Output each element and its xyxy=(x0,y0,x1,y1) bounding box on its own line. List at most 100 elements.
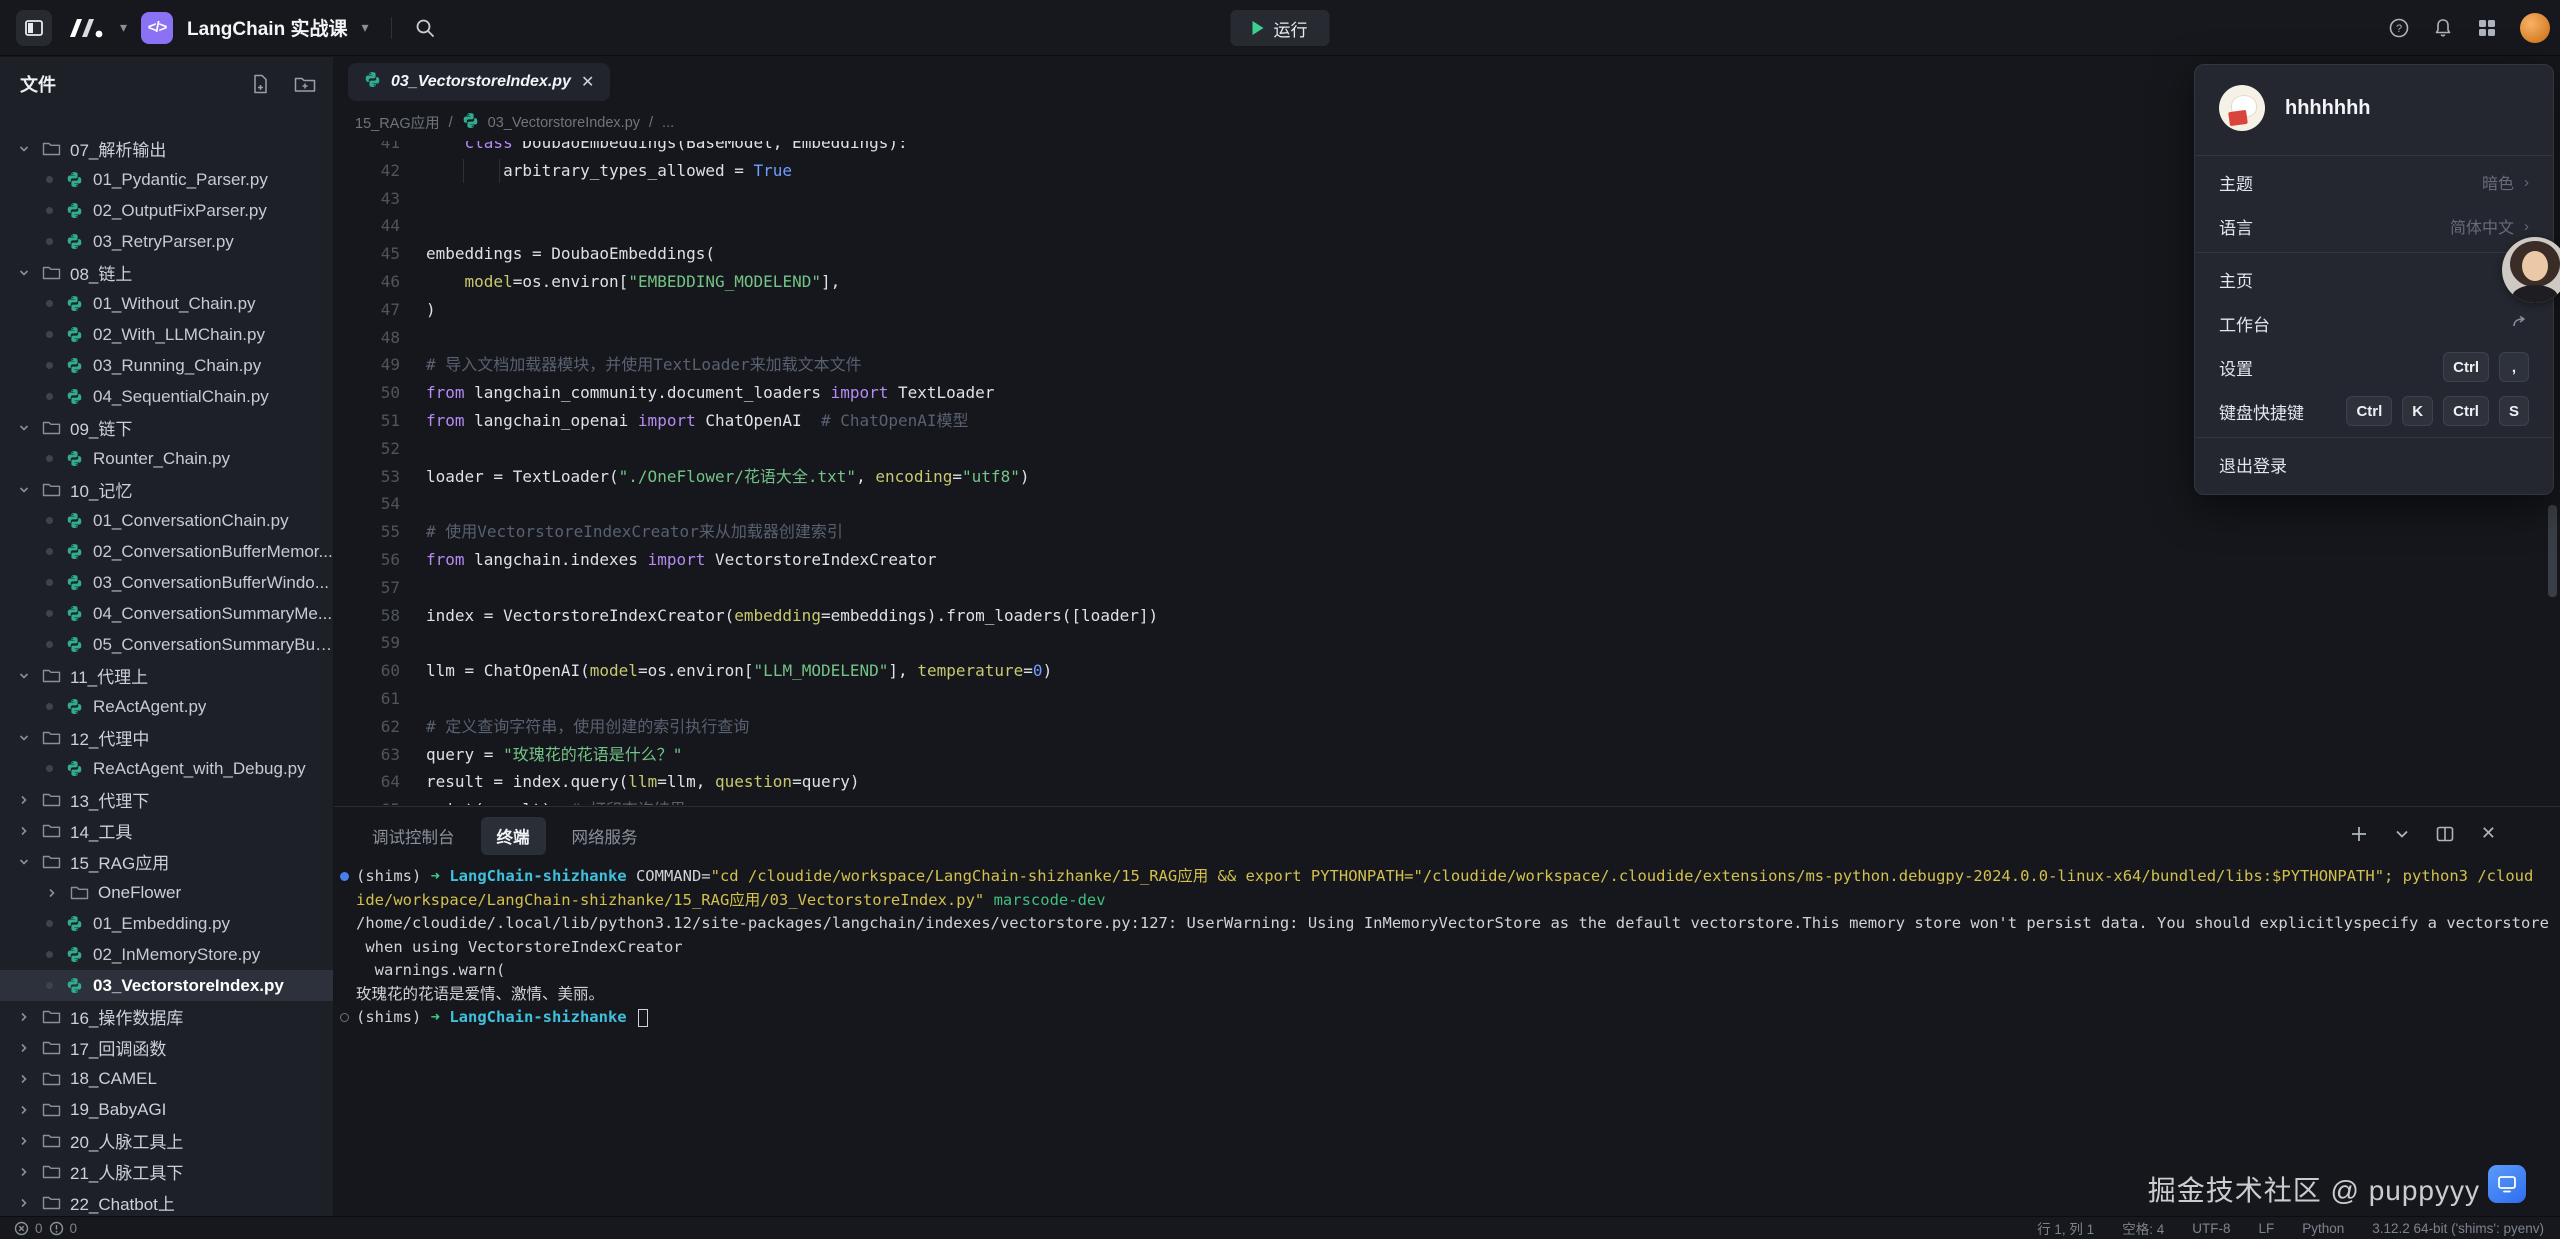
search-icon[interactable] xyxy=(414,17,436,39)
tree-row-folder[interactable]: 07_解析输出 xyxy=(0,133,333,164)
floating-widget-button[interactable] xyxy=(2488,1165,2526,1203)
code-line[interactable]: 57 xyxy=(334,574,2560,602)
code-line[interactable]: 59 xyxy=(334,629,2560,657)
code-line[interactable]: 60llm = ChatOpenAI(model=os.environ["LLM… xyxy=(334,657,2560,685)
folder-icon xyxy=(68,885,90,901)
tree-row-file[interactable]: 05_ConversationSummaryBuff... xyxy=(0,629,333,660)
code-line[interactable]: 58index = VectorstoreIndexCreator(embedd… xyxy=(334,602,2560,630)
tree-row-file[interactable]: 04_ConversationSummaryMe... xyxy=(0,598,333,629)
tree-row-folder[interactable]: 16_操作数据库 xyxy=(0,1001,333,1032)
tree-row-file[interactable]: 02_ConversationBufferMemor... xyxy=(0,536,333,567)
python-file-icon xyxy=(63,946,85,963)
breadcrumb-folder[interactable]: 15_RAG应用 xyxy=(355,112,440,133)
notifications-bell-icon[interactable] xyxy=(2432,17,2454,39)
tree-row-folder[interactable]: 19_BabyAGI xyxy=(0,1094,333,1125)
status-item[interactable]: 行 1, 列 1 xyxy=(2037,1218,2094,1238)
tree-row-folder[interactable]: 17_回调函数 xyxy=(0,1032,333,1063)
status-item[interactable]: 3.12.2 64-bit ('shims': pyenv) xyxy=(2372,1221,2544,1236)
line-number: 48 xyxy=(334,324,400,352)
errors-icon[interactable] xyxy=(14,1221,29,1236)
menu-item-settings[interactable]: 设置 Ctrl, xyxy=(2195,345,2553,389)
tree-row-file[interactable]: ReActAgent_with_Debug.py xyxy=(0,753,333,784)
menu-item-logout[interactable]: 退出登录 xyxy=(2195,442,2553,486)
keyboard-key-chip: Ctrl xyxy=(2443,352,2489,382)
breadcrumb-file[interactable]: 03_VectorstoreIndex.py xyxy=(488,115,640,131)
chevron-down-icon[interactable]: ▾ xyxy=(361,19,368,36)
tree-item-label: 10_记忆 xyxy=(70,477,132,502)
status-item[interactable]: Python xyxy=(2302,1221,2344,1236)
menu-item-theme[interactable]: 主题 暗色› xyxy=(2195,160,2553,204)
tree-row-folder[interactable]: 14_工具 xyxy=(0,815,333,846)
terminal-output[interactable]: (shims) ➜ LangChain-shizhanke COMMAND="c… xyxy=(334,865,2560,1216)
split-panel-icon[interactable] xyxy=(2435,824,2455,844)
tree-row-file[interactable]: 03_Running_Chain.py xyxy=(0,350,333,381)
code-line[interactable]: 55# 使用VectorstoreIndexCreator来从加载器创建索引 xyxy=(334,518,2560,546)
tree-row-folder[interactable]: 11_代理上 xyxy=(0,660,333,691)
status-item[interactable]: UTF-8 xyxy=(2192,1221,2230,1236)
tree-item-label: 13_代理下 xyxy=(70,787,149,812)
floating-avatar[interactable] xyxy=(2502,237,2560,303)
breadcrumb-separator: / xyxy=(649,115,653,131)
chevron-down-icon[interactable] xyxy=(2395,827,2409,841)
panel-tab-inactive[interactable]: 网络服务 xyxy=(556,817,654,855)
new-terminal-icon[interactable] xyxy=(2349,824,2369,844)
user-avatar[interactable] xyxy=(2520,13,2550,43)
editor-scrollbar[interactable] xyxy=(2548,505,2557,597)
tree-row-folder[interactable]: 09_链下 xyxy=(0,412,333,443)
code-line[interactable]: 65print(result) # 打印查询结果 xyxy=(334,796,2560,805)
code-line[interactable]: 61 xyxy=(334,685,2560,713)
tree-row-folder[interactable]: 13_代理下 xyxy=(0,784,333,815)
menu-item-home[interactable]: 主页 xyxy=(2195,257,2553,301)
tree-row-selected[interactable]: 03_VectorstoreIndex.py xyxy=(0,970,333,1001)
file-tree: 07_解析输出01_Pydantic_Parser.py02_OutputFix… xyxy=(0,133,333,1239)
close-tab-icon[interactable]: ✕ xyxy=(581,72,594,92)
tree-row-file[interactable]: 03_RetryParser.py xyxy=(0,226,333,257)
error-count: 0 xyxy=(35,1221,43,1236)
tree-row-file[interactable]: ReActAgent.py xyxy=(0,691,333,722)
tree-row-folder[interactable]: 22_Chatbot上 xyxy=(0,1187,333,1218)
marscode-logo[interactable] xyxy=(66,16,106,40)
warnings-icon[interactable] xyxy=(49,1221,64,1236)
tree-row-folder[interactable]: 18_CAMEL xyxy=(0,1063,333,1094)
panel-tab-inactive[interactable]: 调试控制台 xyxy=(356,817,471,855)
code-line[interactable]: 63query = "玫瑰花的花语是什么？" xyxy=(334,741,2560,769)
tree-row-file[interactable]: 02_With_LLMChain.py xyxy=(0,319,333,350)
sidebar-toggle-button[interactable] xyxy=(16,10,52,46)
code-line[interactable]: 62# 定义查询字符串，使用创建的索引执行查询 xyxy=(334,713,2560,741)
status-item[interactable]: 空格: 4 xyxy=(2122,1218,2164,1238)
menu-item-workbench[interactable]: 工作台 xyxy=(2195,301,2553,345)
close-panel-icon[interactable]: ✕ xyxy=(2481,823,2496,844)
apps-grid-icon[interactable] xyxy=(2476,17,2498,39)
code-line[interactable]: 56from langchain.indexes import Vectorst… xyxy=(334,546,2560,574)
tree-row-file[interactable]: 01_Without_Chain.py xyxy=(0,288,333,319)
new-file-icon[interactable] xyxy=(249,73,271,95)
tree-row-folder[interactable]: 08_链上 xyxy=(0,257,333,288)
tree-row-file[interactable]: 01_Pydantic_Parser.py xyxy=(0,164,333,195)
tree-row-file[interactable]: Rounter_Chain.py xyxy=(0,443,333,474)
editor-tab-active[interactable]: 03_VectorstoreIndex.py ✕ xyxy=(348,63,610,101)
new-folder-icon[interactable] xyxy=(293,73,317,95)
tree-row-folder[interactable]: 10_记忆 xyxy=(0,474,333,505)
tree-row-folder[interactable]: 20_人脉工具上 xyxy=(0,1125,333,1156)
tree-row-folder[interactable]: 15_RAG应用 xyxy=(0,846,333,877)
chevron-down-icon[interactable]: ▾ xyxy=(120,19,127,36)
panel-tab-active[interactable]: 终端 xyxy=(481,817,546,855)
tree-row-file[interactable]: 01_ConversationChain.py xyxy=(0,505,333,536)
tree-row-folder[interactable]: 21_人脉工具下 xyxy=(0,1156,333,1187)
tree-row-file[interactable]: 03_ConversationBufferWindo... xyxy=(0,567,333,598)
tree-row-file[interactable]: 01_Embedding.py xyxy=(0,908,333,939)
help-icon[interactable]: ? xyxy=(2388,17,2410,39)
tree-row-file[interactable]: 04_SequentialChain.py xyxy=(0,381,333,412)
status-item[interactable]: LF xyxy=(2258,1221,2274,1236)
tree-row-file[interactable]: 02_OutputFixParser.py xyxy=(0,195,333,226)
menu-item-language[interactable]: 语言 简体中文› xyxy=(2195,204,2553,248)
command-marker-icon xyxy=(340,872,349,881)
code-line[interactable]: 64result = index.query(llm=llm, question… xyxy=(334,768,2560,796)
tree-row-folder[interactable]: OneFlower xyxy=(0,877,333,908)
breadcrumb-more[interactable]: ... xyxy=(662,115,674,131)
indent-guide xyxy=(499,159,500,183)
menu-item-shortcuts[interactable]: 键盘快捷键 CtrlKCtrlS xyxy=(2195,389,2553,433)
run-button[interactable]: 运行 xyxy=(1231,10,1330,46)
tree-row-folder[interactable]: 12_代理中 xyxy=(0,722,333,753)
tree-row-file[interactable]: 02_InMemoryStore.py xyxy=(0,939,333,970)
